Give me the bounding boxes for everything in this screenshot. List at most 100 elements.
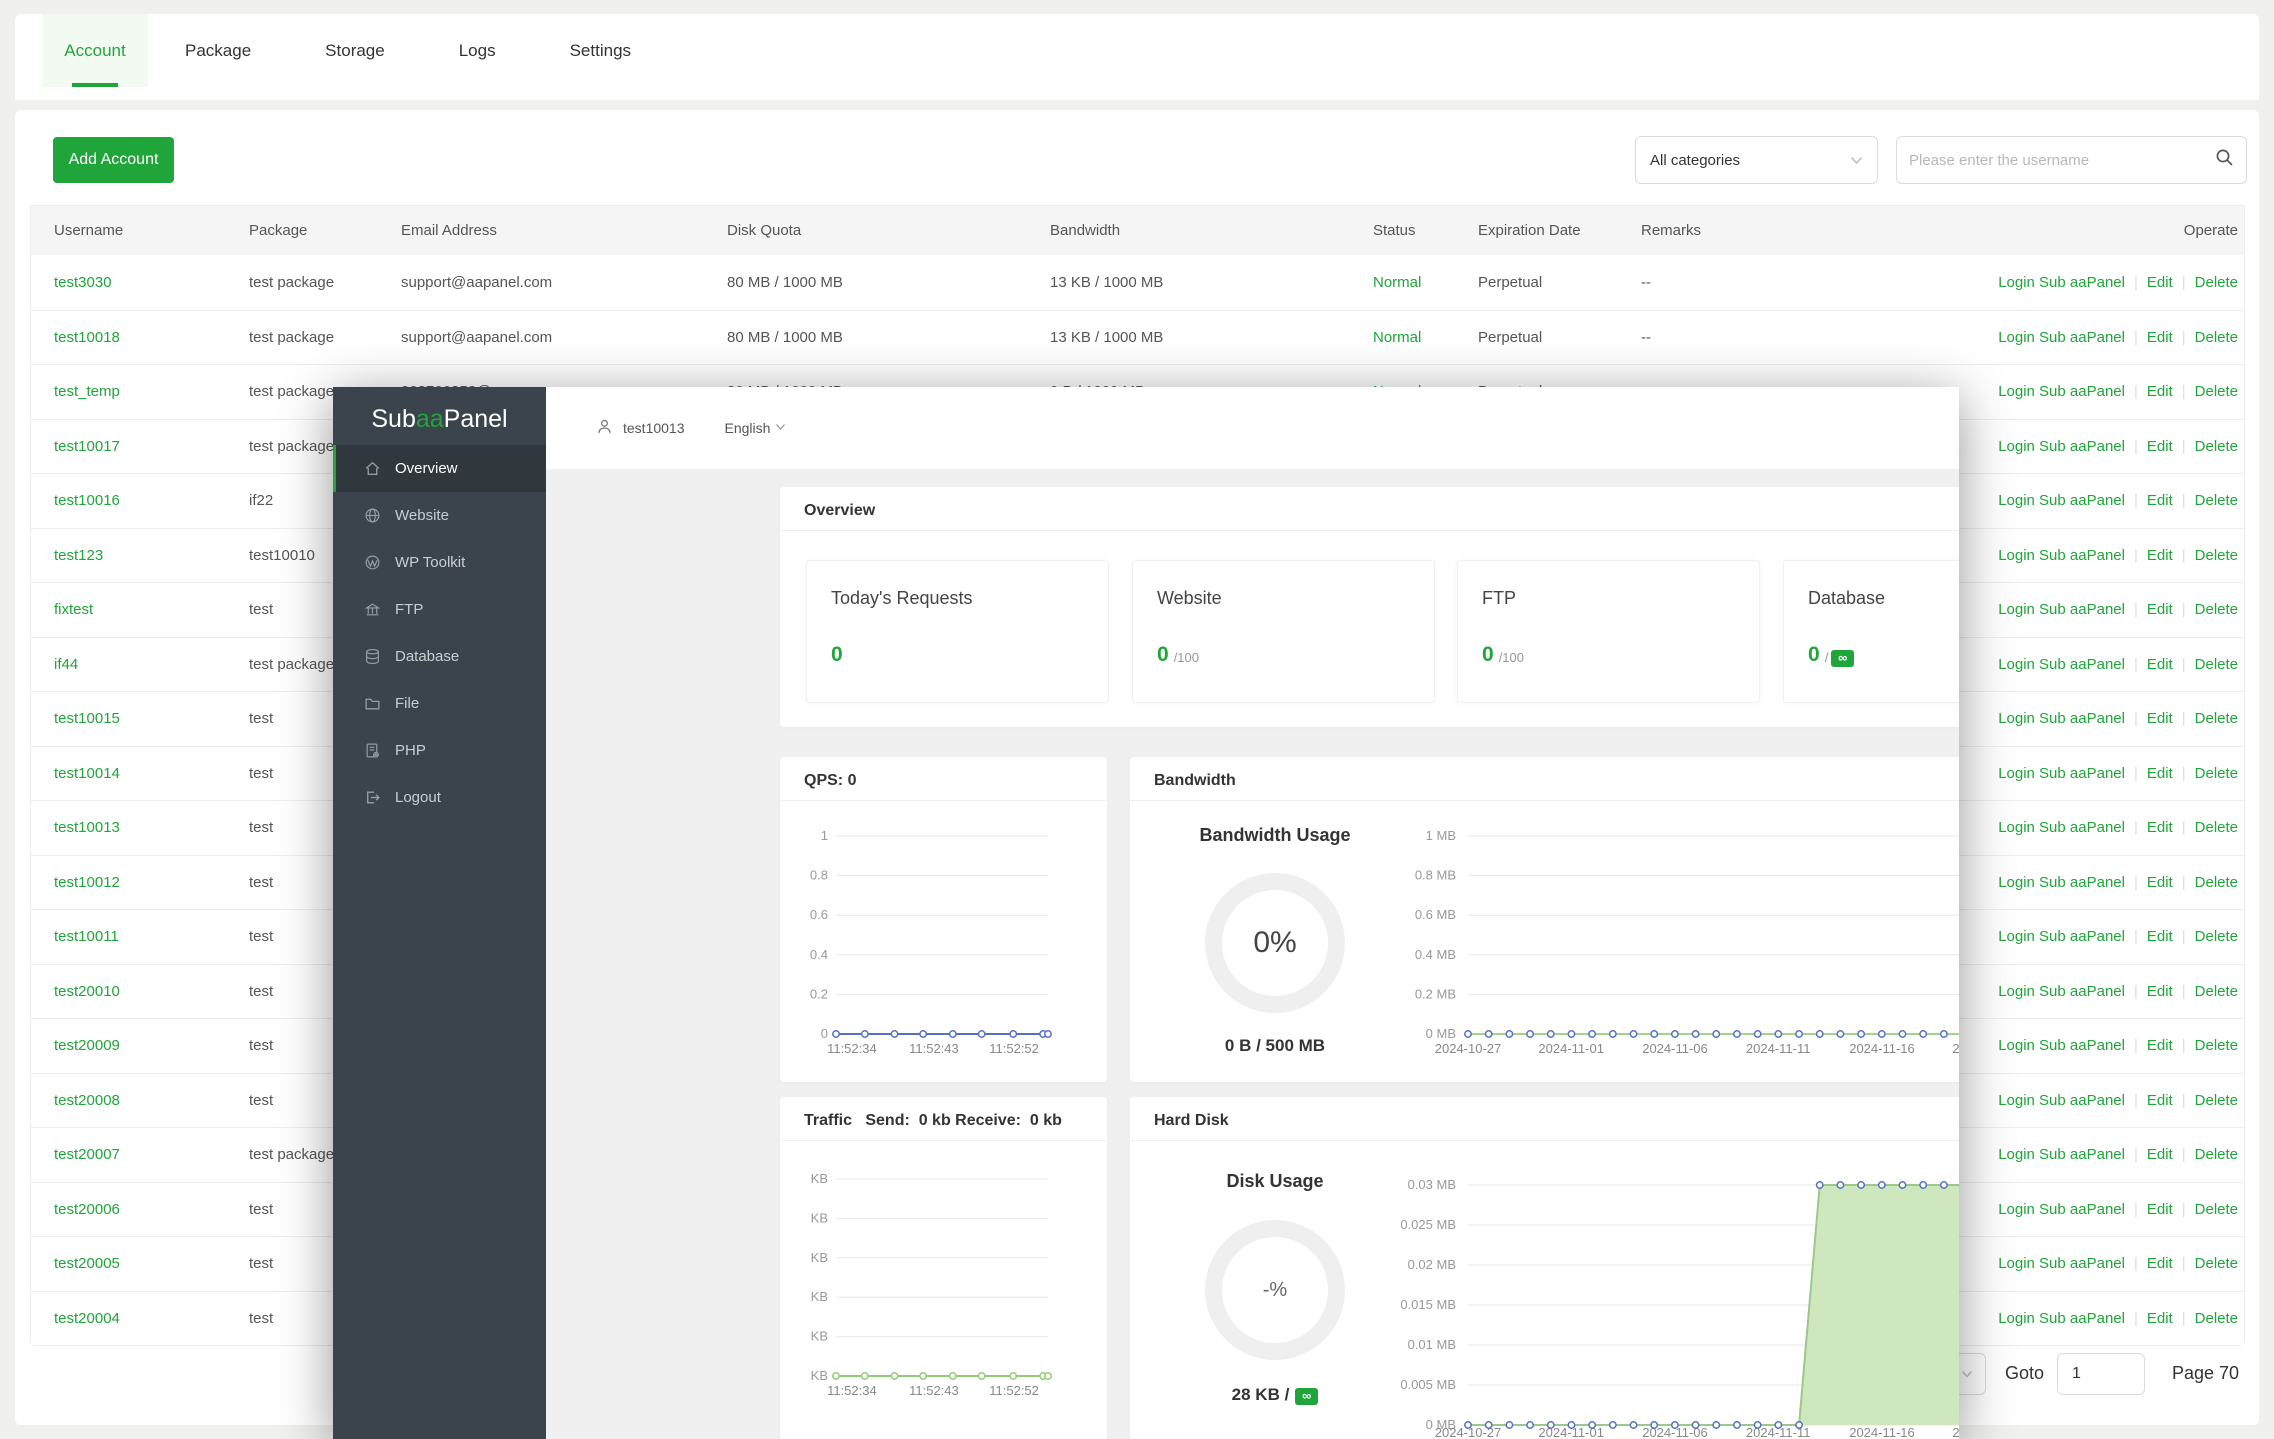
login-sub-aapanel-link[interactable]: Login Sub aaPanel	[1998, 765, 2125, 782]
delete-link[interactable]: Delete	[2195, 329, 2238, 346]
edit-link[interactable]: Edit	[2147, 983, 2173, 1000]
login-sub-aapanel-link[interactable]: Login Sub aaPanel	[1998, 601, 2125, 618]
delete-link[interactable]: Delete	[2195, 1310, 2238, 1327]
delete-link[interactable]: Delete	[2195, 1037, 2238, 1054]
login-sub-aapanel-link[interactable]: Login Sub aaPanel	[1998, 383, 2125, 400]
edit-link[interactable]: Edit	[2147, 1092, 2173, 1109]
sidebar-item-php[interactable]: PHP	[333, 727, 546, 774]
delete-link[interactable]: Delete	[2195, 710, 2238, 727]
username-link[interactable]: test20009	[54, 1037, 120, 1054]
tab-logs[interactable]: Logs	[422, 14, 533, 87]
edit-link[interactable]: Edit	[2147, 1146, 2173, 1163]
login-sub-aapanel-link[interactable]: Login Sub aaPanel	[1998, 1146, 2125, 1163]
username-link[interactable]: fixtest	[54, 601, 93, 618]
edit-link[interactable]: Edit	[2147, 1310, 2173, 1327]
edit-link[interactable]: Edit	[2147, 438, 2173, 455]
delete-link[interactable]: Delete	[2195, 1092, 2238, 1109]
login-sub-aapanel-link[interactable]: Login Sub aaPanel	[1998, 492, 2125, 509]
username-link[interactable]: if44	[54, 656, 78, 673]
delete-link[interactable]: Delete	[2195, 1255, 2238, 1272]
username-link[interactable]: test20004	[54, 1310, 120, 1327]
username-link[interactable]: test20008	[54, 1092, 120, 1109]
login-sub-aapanel-link[interactable]: Login Sub aaPanel	[1998, 1037, 2125, 1054]
login-sub-aapanel-link[interactable]: Login Sub aaPanel	[1998, 874, 2125, 891]
edit-link[interactable]: Edit	[2147, 601, 2173, 618]
username-link[interactable]: test10013	[54, 819, 120, 836]
goto-page-input[interactable]	[2057, 1353, 2145, 1395]
add-account-button[interactable]: Add Account	[53, 137, 174, 183]
sidebar-item-overview[interactable]: Overview	[333, 445, 546, 492]
username-link[interactable]: test10014	[54, 765, 120, 782]
username-link[interactable]: test20007	[54, 1146, 120, 1163]
delete-link[interactable]: Delete	[2195, 601, 2238, 618]
edit-link[interactable]: Edit	[2147, 492, 2173, 509]
username-link[interactable]: test10017	[54, 438, 120, 455]
username-link[interactable]: test20005	[54, 1255, 120, 1272]
search-icon[interactable]	[2215, 148, 2234, 172]
tab-package[interactable]: Package	[148, 14, 288, 87]
username-link[interactable]: test10012	[54, 874, 120, 891]
delete-link[interactable]: Delete	[2195, 492, 2238, 509]
sidebar-item-website[interactable]: Website	[333, 492, 546, 539]
edit-link[interactable]: Edit	[2147, 1037, 2173, 1054]
delete-link[interactable]: Delete	[2195, 874, 2238, 891]
login-sub-aapanel-link[interactable]: Login Sub aaPanel	[1998, 1255, 2125, 1272]
login-sub-aapanel-link[interactable]: Login Sub aaPanel	[1998, 1201, 2125, 1218]
category-filter-select[interactable]: All categories	[1635, 136, 1878, 184]
login-sub-aapanel-link[interactable]: Login Sub aaPanel	[1998, 438, 2125, 455]
edit-link[interactable]: Edit	[2147, 656, 2173, 673]
user-menu[interactable]: test10013	[596, 418, 685, 438]
username-link[interactable]: test10015	[54, 710, 120, 727]
username-link[interactable]: test10016	[54, 492, 120, 509]
username-link[interactable]: test20010	[54, 983, 120, 1000]
login-sub-aapanel-link[interactable]: Login Sub aaPanel	[1998, 710, 2125, 727]
delete-link[interactable]: Delete	[2195, 383, 2238, 400]
delete-link[interactable]: Delete	[2195, 765, 2238, 782]
login-sub-aapanel-link[interactable]: Login Sub aaPanel	[1998, 1092, 2125, 1109]
language-select[interactable]: English	[725, 420, 787, 436]
login-sub-aapanel-link[interactable]: Login Sub aaPanel	[1998, 819, 2125, 836]
delete-link[interactable]: Delete	[2195, 547, 2238, 564]
delete-link[interactable]: Delete	[2195, 438, 2238, 455]
sidebar-item-database[interactable]: Database	[333, 633, 546, 680]
delete-link[interactable]: Delete	[2195, 1201, 2238, 1218]
username-link[interactable]: test3030	[54, 274, 112, 291]
delete-link[interactable]: Delete	[2195, 1146, 2238, 1163]
username-link[interactable]: test_temp	[54, 383, 120, 400]
login-sub-aapanel-link[interactable]: Login Sub aaPanel	[1998, 983, 2125, 1000]
login-sub-aapanel-link[interactable]: Login Sub aaPanel	[1998, 1310, 2125, 1327]
tab-settings[interactable]: Settings	[533, 14, 668, 87]
login-sub-aapanel-link[interactable]: Login Sub aaPanel	[1998, 329, 2125, 346]
edit-link[interactable]: Edit	[2147, 383, 2173, 400]
delete-link[interactable]: Delete	[2195, 819, 2238, 836]
delete-link[interactable]: Delete	[2195, 983, 2238, 1000]
sidebar-item-file[interactable]: File	[333, 680, 546, 727]
login-sub-aapanel-link[interactable]: Login Sub aaPanel	[1998, 274, 2125, 291]
login-sub-aapanel-link[interactable]: Login Sub aaPanel	[1998, 928, 2125, 945]
edit-link[interactable]: Edit	[2147, 819, 2173, 836]
delete-link[interactable]: Delete	[2195, 928, 2238, 945]
tab-account[interactable]: Account	[42, 14, 148, 87]
edit-link[interactable]: Edit	[2147, 1255, 2173, 1272]
sidebar-item-ftp[interactable]: FTP	[333, 586, 546, 633]
delete-link[interactable]: Delete	[2195, 274, 2238, 291]
login-sub-aapanel-link[interactable]: Login Sub aaPanel	[1998, 547, 2125, 564]
edit-link[interactable]: Edit	[2147, 928, 2173, 945]
edit-link[interactable]: Edit	[2147, 329, 2173, 346]
login-sub-aapanel-link[interactable]: Login Sub aaPanel	[1998, 656, 2125, 673]
sidebar-item-logout[interactable]: Logout	[333, 774, 546, 821]
edit-link[interactable]: Edit	[2147, 710, 2173, 727]
edit-link[interactable]: Edit	[2147, 765, 2173, 782]
username-link[interactable]: test10018	[54, 329, 120, 346]
edit-link[interactable]: Edit	[2147, 874, 2173, 891]
edit-link[interactable]: Edit	[2147, 547, 2173, 564]
sidebar-item-wp-toolkit[interactable]: WP Toolkit	[333, 539, 546, 586]
username-link[interactable]: test123	[54, 547, 103, 564]
username-link[interactable]: test10011	[54, 928, 119, 945]
edit-link[interactable]: Edit	[2147, 274, 2173, 291]
tab-storage[interactable]: Storage	[288, 14, 422, 87]
delete-link[interactable]: Delete	[2195, 656, 2238, 673]
username-link[interactable]: test20006	[54, 1201, 120, 1218]
search-input[interactable]	[1909, 152, 2215, 169]
edit-link[interactable]: Edit	[2147, 1201, 2173, 1218]
